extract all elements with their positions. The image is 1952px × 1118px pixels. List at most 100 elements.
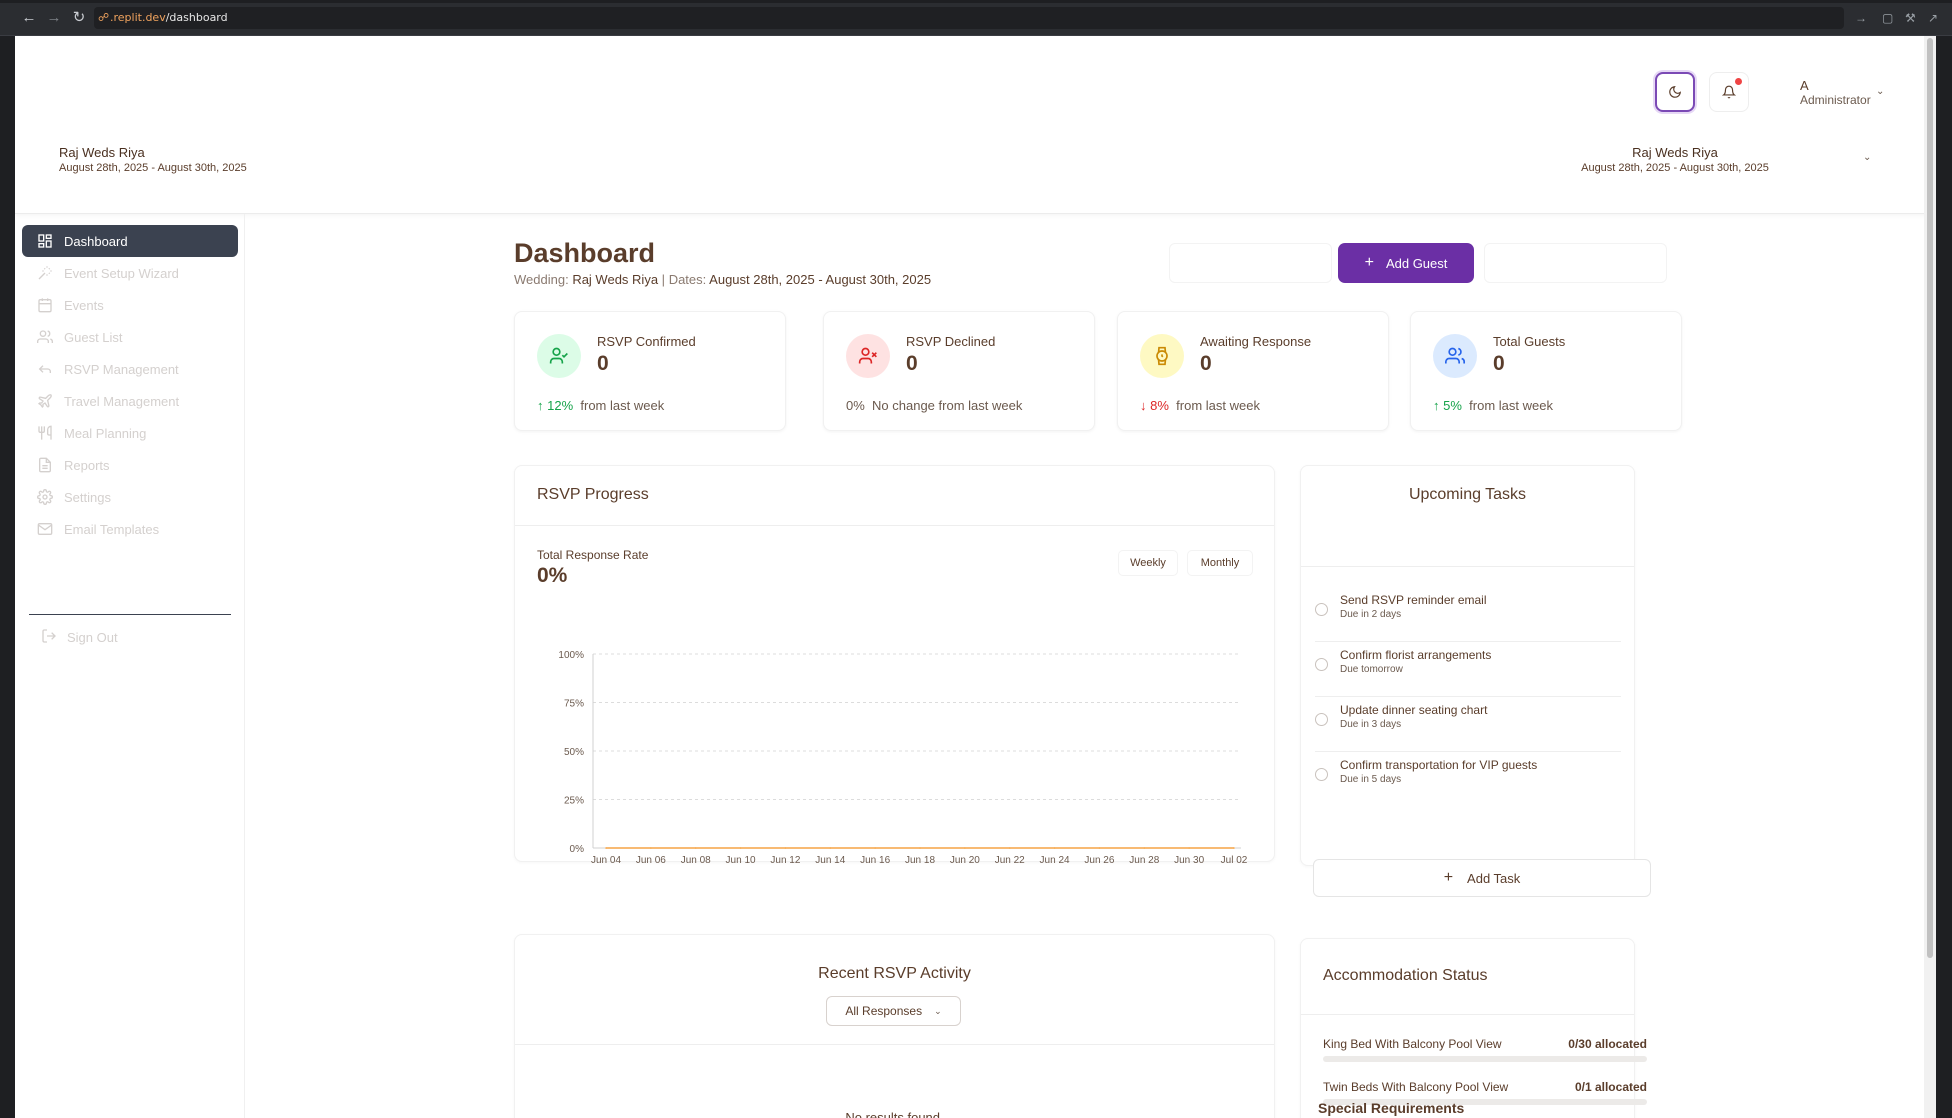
stat-value: 0 bbox=[1200, 352, 1212, 375]
arrow-up-icon: ↑ bbox=[537, 398, 544, 413]
recent-rsvp-activity-card: Recent RSVP Activity All Responses ⌄ No … bbox=[514, 934, 1275, 1118]
task-checkbox[interactable] bbox=[1315, 713, 1328, 726]
notifications-button[interactable] bbox=[1709, 72, 1749, 112]
stat-change: ↓ 8% from last week bbox=[1140, 398, 1260, 413]
sidebar-item-label: Event Setup Wizard bbox=[64, 265, 179, 281]
data-point bbox=[1008, 847, 1011, 849]
task-title: Confirm transportation for VIP guests bbox=[1340, 758, 1538, 772]
data-point bbox=[919, 847, 921, 849]
data-point bbox=[650, 847, 652, 849]
stat-label: Total Guests bbox=[1493, 334, 1566, 349]
sidebar-item-email-templates[interactable]: Email Templates bbox=[22, 513, 238, 545]
sidebar: Dashboard Event Setup Wizard Events Gues… bbox=[15, 214, 245, 1118]
add-task-button[interactable]: + Add Task bbox=[1313, 859, 1651, 897]
stat-change: 0% No change from last week bbox=[846, 398, 1022, 413]
stat-card-rsvp-confirmed: RSVP Confirmed 0 ↑ 12% from last week bbox=[514, 311, 786, 431]
task-checkbox[interactable] bbox=[1315, 768, 1328, 781]
add-guest-button[interactable]: + Add Guest bbox=[1338, 243, 1474, 283]
header-action-button[interactable] bbox=[1484, 243, 1667, 283]
sidebar-item-label: Reports bbox=[64, 457, 110, 473]
empty-state: No results found. bbox=[845, 1110, 944, 1118]
users-icon bbox=[36, 328, 54, 346]
subtitle-separator: | bbox=[661, 272, 666, 287]
user-x-icon bbox=[846, 334, 890, 378]
sidebar-divider bbox=[29, 614, 231, 615]
open-external-icon[interactable]: ↗ bbox=[1928, 11, 1938, 25]
back-icon[interactable]: ← bbox=[20, 9, 38, 27]
wedding-selector[interactable]: Raj Weds Riya August 28th, 2025 - August… bbox=[1575, 145, 1775, 174]
task-title: Send RSVP reminder email bbox=[1340, 593, 1487, 607]
task-checkbox[interactable] bbox=[1315, 603, 1328, 616]
moon-icon bbox=[1669, 86, 1681, 98]
wedding-dates: August 28th, 2025 - August 30th, 2025 bbox=[59, 162, 247, 174]
stat-change-note: from last week bbox=[1176, 398, 1260, 413]
card-title: Recent RSVP Activity bbox=[818, 965, 971, 982]
data-point bbox=[739, 847, 742, 849]
sidebar-item-label: Meal Planning bbox=[64, 425, 147, 441]
x-tick-label: Jun 06 bbox=[636, 855, 666, 863]
gear-icon bbox=[36, 488, 54, 506]
user-menu[interactable]: A Administrator ⌄ bbox=[1800, 78, 1884, 107]
filter-value: All Responses bbox=[845, 1004, 923, 1018]
stat-value: 0 bbox=[906, 352, 918, 375]
task-item[interactable]: Send RSVP reminder email Due in 2 days bbox=[1315, 588, 1621, 642]
plane-icon bbox=[36, 392, 54, 410]
page-scrollbar[interactable] bbox=[1924, 36, 1936, 1118]
stat-change-value: 12% bbox=[547, 398, 574, 413]
data-point bbox=[1233, 847, 1235, 849]
chevron-down-icon[interactable]: ⌄ bbox=[1863, 152, 1871, 163]
upcoming-tasks-card: Upcoming Tasks Send RSVP reminder email … bbox=[1300, 465, 1635, 866]
task-item[interactable]: Update dinner seating chart Due in 3 day… bbox=[1315, 698, 1621, 752]
data-point bbox=[1053, 847, 1056, 849]
url-path: /dashboard bbox=[165, 11, 228, 24]
data-point bbox=[1098, 847, 1101, 849]
device-icon[interactable]: ▢ bbox=[1882, 11, 1893, 25]
subtitle-wedding: Raj Weds Riya bbox=[572, 272, 659, 287]
stat-change-note: from last week bbox=[1469, 398, 1553, 413]
sidebar-item-label: Travel Management bbox=[64, 393, 180, 409]
task-item[interactable]: Confirm transportation for VIP guests Du… bbox=[1315, 753, 1621, 807]
header-action-button[interactable] bbox=[1169, 243, 1332, 283]
sidebar-item-label: Settings bbox=[64, 489, 111, 505]
sign-out-button[interactable]: Sign Out bbox=[41, 628, 118, 647]
sidebar-item-events[interactable]: Events bbox=[22, 289, 238, 321]
x-tick-label: Jun 12 bbox=[770, 855, 800, 863]
x-tick-label: Jun 26 bbox=[1084, 855, 1114, 863]
sidebar-item-settings[interactable]: Settings bbox=[22, 481, 238, 513]
x-tick-label: Jun 22 bbox=[995, 855, 1025, 863]
go-icon[interactable]: → bbox=[1855, 11, 1867, 25]
room-name: Twin Beds With Balcony Pool View bbox=[1323, 1080, 1509, 1094]
bell-icon bbox=[1722, 85, 1736, 99]
stat-card-awaiting-response: Awaiting Response 0 ↓ 8% from last week bbox=[1117, 311, 1389, 431]
sidebar-item-label: Email Templates bbox=[64, 521, 160, 537]
tools-icon[interactable]: ⚒ bbox=[1905, 11, 1916, 25]
scrollbar-thumb[interactable] bbox=[1927, 38, 1933, 958]
y-tick-label: 75% bbox=[564, 699, 584, 710]
sidebar-item-guest-list[interactable]: Guest List bbox=[22, 321, 238, 353]
subtitle-wedding-label: Wedding: bbox=[514, 272, 569, 287]
sidebar-item-event-setup-wizard[interactable]: Event Setup Wizard bbox=[22, 257, 238, 289]
stat-value: 0 bbox=[597, 352, 609, 375]
page-subtitle: Wedding: Raj Weds Riya | Dates: August 2… bbox=[514, 272, 931, 287]
forward-icon[interactable]: → bbox=[45, 9, 63, 27]
sidebar-item-reports[interactable]: Reports bbox=[22, 449, 238, 481]
user-role: Administrator bbox=[1800, 93, 1871, 107]
sidebar-item-dashboard[interactable]: Dashboard bbox=[22, 225, 238, 257]
wand-icon bbox=[36, 264, 54, 282]
task-checkbox[interactable] bbox=[1315, 658, 1328, 671]
sidebar-item-meal-planning[interactable]: Meal Planning bbox=[22, 417, 238, 449]
address-bar[interactable]: ☍ .replit.dev/dashboard bbox=[94, 7, 1844, 29]
theme-toggle-button[interactable] bbox=[1655, 72, 1695, 112]
selector-title: Raj Weds Riya bbox=[1632, 145, 1718, 160]
sidebar-item-rsvp-management[interactable]: RSVP Management bbox=[22, 353, 238, 385]
card-header: Upcoming Tasks bbox=[1301, 466, 1634, 567]
task-item[interactable]: Confirm florist arrangements Due tomorro… bbox=[1315, 643, 1621, 697]
user-initial: A bbox=[1800, 78, 1809, 93]
sidebar-item-label: RSVP Management bbox=[64, 361, 179, 377]
reload-icon[interactable]: ↻ bbox=[70, 9, 88, 27]
watch-icon bbox=[1140, 334, 1184, 378]
responses-filter-select[interactable]: All Responses ⌄ bbox=[826, 996, 961, 1026]
page-title: Dashboard bbox=[514, 238, 656, 268]
wedding-info: Raj Weds Riya August 28th, 2025 - August… bbox=[59, 145, 247, 174]
sidebar-item-travel-management[interactable]: Travel Management bbox=[22, 385, 238, 417]
